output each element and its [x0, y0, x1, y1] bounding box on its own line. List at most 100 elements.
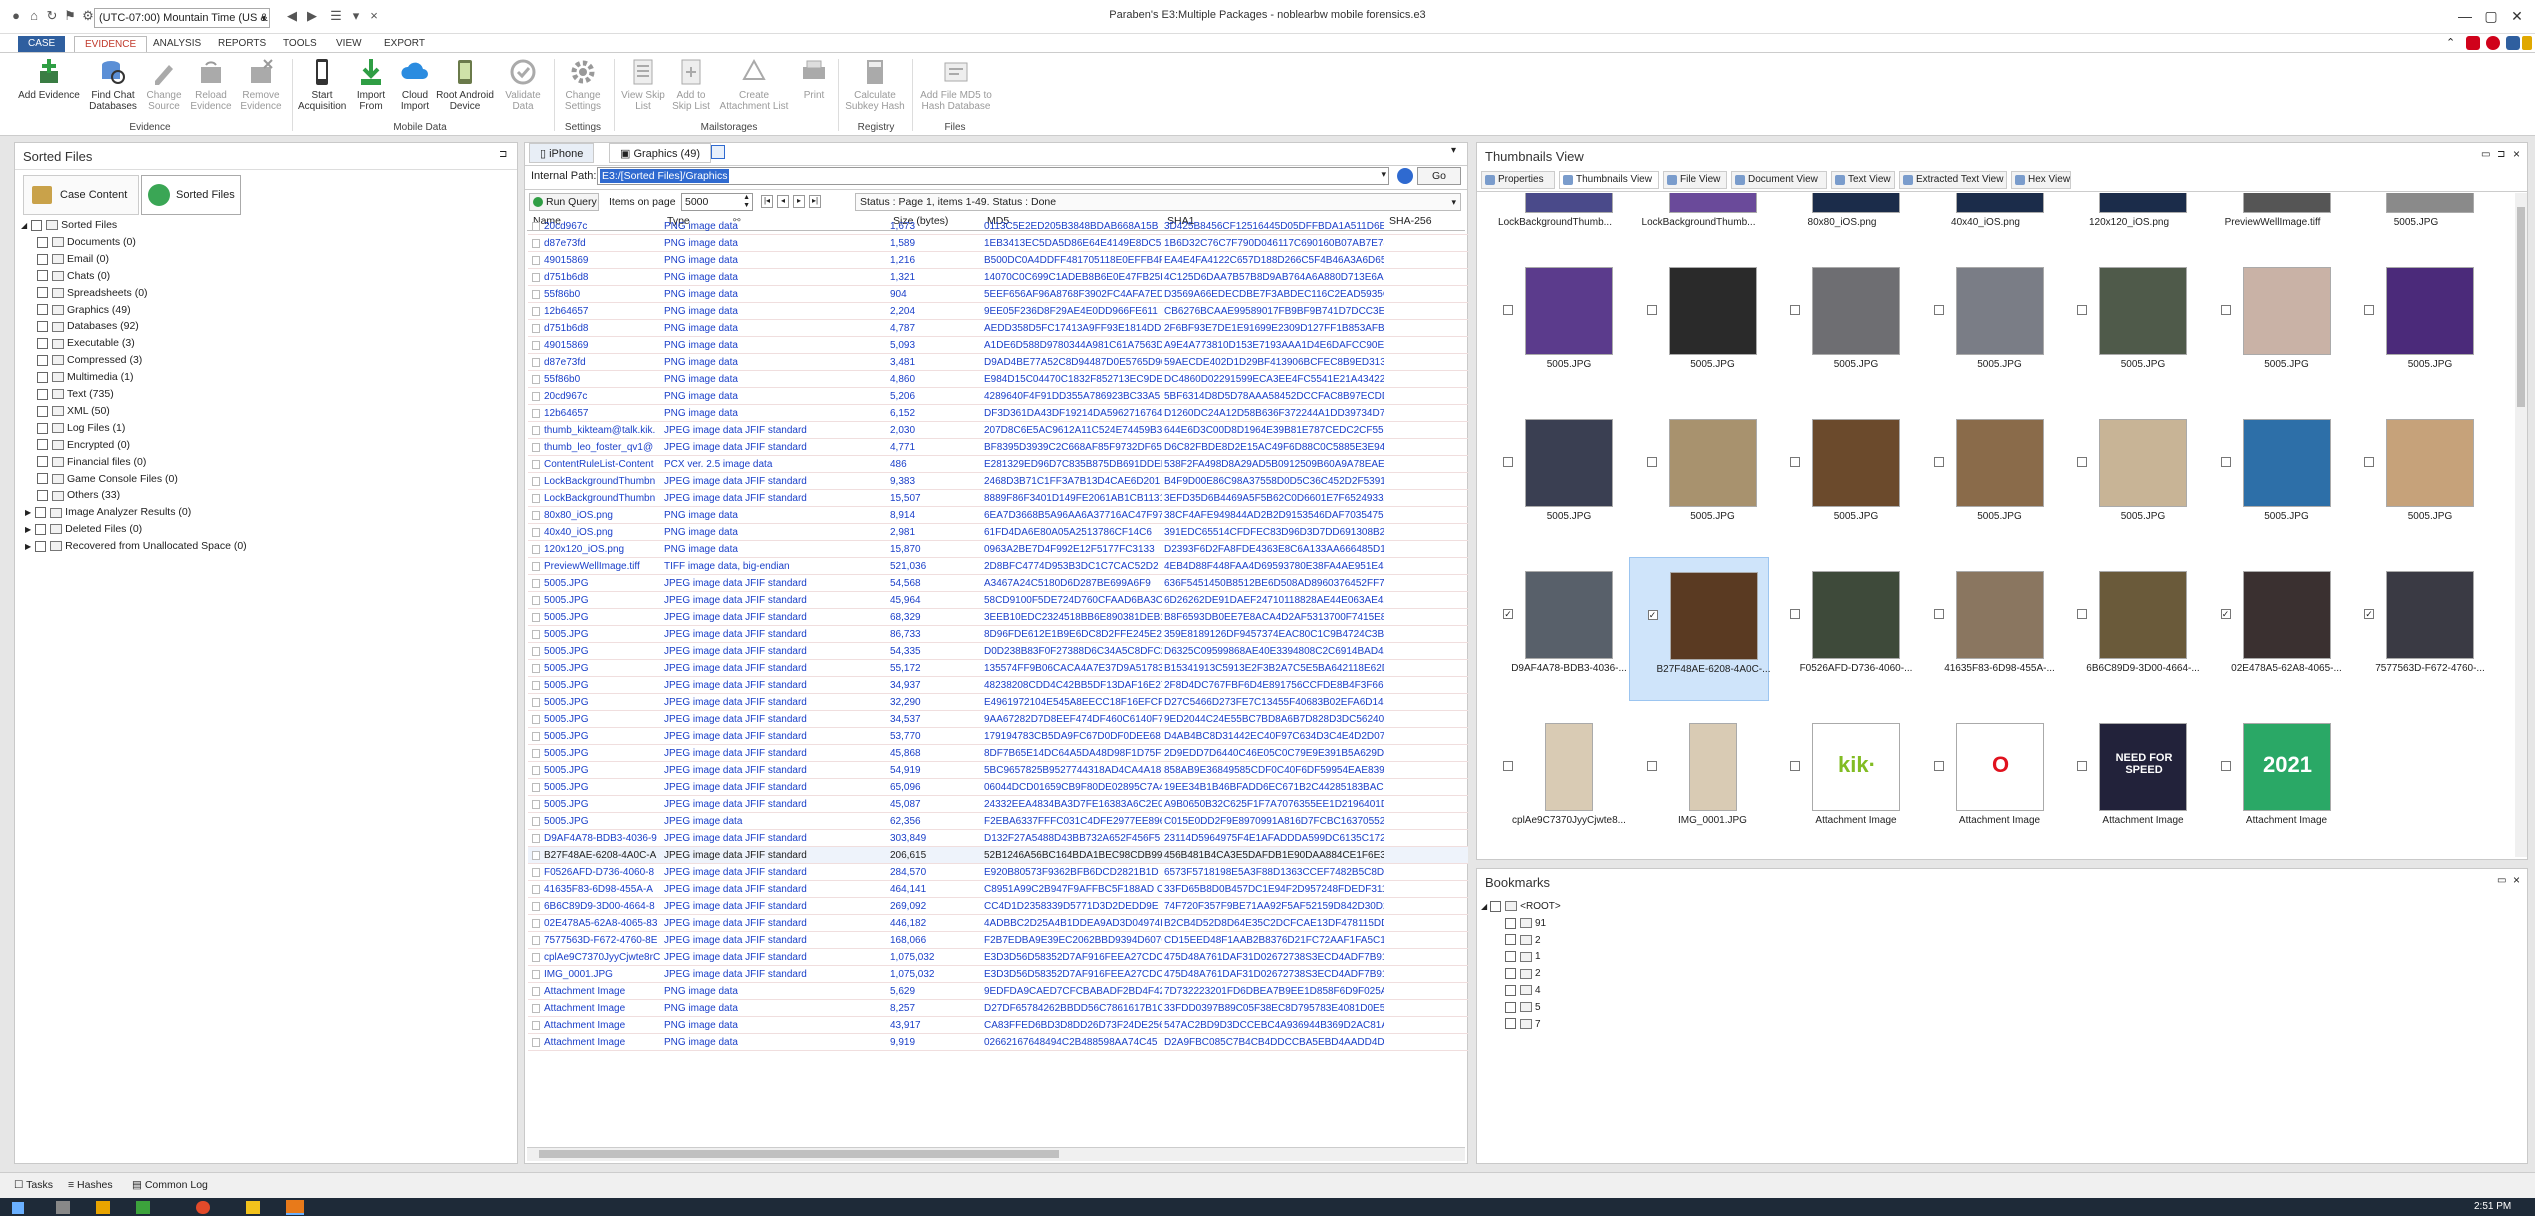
thumbnail-item[interactable]: 5005.JPG	[1485, 405, 1625, 549]
flag-icon[interactable]: ⚑	[62, 8, 78, 24]
table-row[interactable]: d751b6d8 PNG image data 4,787 AEDD358D5FC17…	[528, 320, 1468, 337]
next-page-icon[interactable]: ▸	[793, 195, 805, 208]
thumbnail-item[interactable]: 6B6C89D9-3D00-4664-...	[2059, 557, 2200, 701]
back-icon[interactable]: ◀	[284, 8, 300, 24]
tab-tools[interactable]: TOOLS	[273, 36, 327, 52]
thumbnail-item[interactable]: ✓ D9AF4A78-BDB3-4036-...	[1485, 557, 1627, 701]
print-button[interactable]: Print	[796, 57, 832, 101]
thumbnail-item[interactable]: cplAe9C7370JyyCjwte8...	[1485, 709, 1626, 853]
qa-dropdown-icon[interactable]: ▾	[348, 8, 364, 24]
thumbnail-checkbox[interactable]	[1503, 761, 1513, 771]
start-acquisition-button[interactable]: Start Acquisition	[298, 57, 346, 112]
table-row[interactable]: 5005.JPG JPEG image data JFIF standard 54,…	[528, 762, 1468, 779]
bookmark-checkbox[interactable]	[1505, 1001, 1516, 1013]
table-row[interactable]: 12b64657 PNG image data 6,152 DF3D361DA43DF…	[528, 405, 1468, 422]
table-row[interactable]: LockBackgroundThumbn JPEG image data JFIF…	[528, 473, 1468, 490]
thumbnail-checkbox[interactable]	[1646, 457, 1657, 467]
taskbar-app-icon[interactable]	[56, 1201, 70, 1214]
thumbnail-item[interactable]: ✓ B27F48AE-6208-4A0C-...	[1628, 557, 1770, 701]
table-row[interactable]: d87e73fd PNG image data 1,589 1EB3413EC5DA5…	[528, 235, 1468, 252]
tree-item[interactable]: Graphics (49)	[37, 302, 131, 318]
add-to-skip-list-button[interactable]: Add to Skip List	[668, 57, 714, 112]
table-row[interactable]: Attachment Image PNG image data 43,917 CA83…	[528, 1017, 1468, 1034]
thumb-tab[interactable]: File View	[1663, 171, 1727, 189]
thumbnail-checkbox[interactable]	[1646, 305, 1657, 315]
thumbnail-checkbox[interactable]: ✓	[2364, 609, 2374, 619]
tree-item[interactable]: Encrypted (0)	[37, 437, 130, 453]
thumbnail-item[interactable]: 5005.JPG	[1629, 253, 1769, 397]
table-row[interactable]: 5005.JPG JPEG image data JFIF standard 86,…	[528, 626, 1468, 643]
thumbnail-checkbox[interactable]	[1933, 761, 1944, 771]
internal-path-input[interactable]: E3:/[Sorted Files]/Graphics ▾	[597, 167, 1389, 185]
reload-evidence-button[interactable]: Reload Evidence	[188, 57, 234, 112]
tree-item[interactable]: Spreadsheets (0)	[37, 285, 148, 301]
thumbnail-item[interactable]: 5005.JPG	[1485, 253, 1625, 397]
tree-checkbox[interactable]	[37, 473, 48, 485]
table-row[interactable]: F0526AFD-D736-4060-8 JPEG image data JFIF…	[528, 864, 1468, 881]
table-row[interactable]: cplAe9C7370JyyCjwte8rC JPEG image data JF…	[528, 949, 1468, 966]
table-row[interactable]: 12b64657 PNG image data 2,204 9EE05F236D8F2…	[528, 303, 1468, 320]
change-settings-button[interactable]: Change Settings	[558, 57, 608, 112]
table-row[interactable]: 5005.JPG JPEG image data JFIF standard 45,…	[528, 745, 1468, 762]
thumbnail-item[interactable]: ✓ 02E478A5-62A8-4065-...	[2203, 557, 2343, 701]
thumb-tab[interactable]: Hex View	[2011, 171, 2071, 189]
thumbnail-checkbox[interactable]	[1646, 761, 1657, 771]
table-row[interactable]: 5005.JPG JPEG image data JFIF standard 34,…	[528, 677, 1468, 694]
float-icon[interactable]: ▭	[2481, 149, 2490, 160]
thumbnail-checkbox[interactable]	[2077, 305, 2087, 315]
tab-export[interactable]: EXPORT	[374, 36, 435, 52]
info-icon[interactable]	[2506, 36, 2520, 50]
tasks-tab[interactable]: ☐ Tasks	[14, 1179, 53, 1191]
table-row[interactable]: thumb_kikteam@talk.kik. JPEG image data J…	[528, 422, 1468, 439]
table-row[interactable]: 49015869 PNG image data 5,093 A1DE6D588D978…	[528, 337, 1468, 354]
tree-item[interactable]: Game Console Files (0)	[37, 471, 178, 487]
tree-item[interactable]: ◢ Sorted Files	[21, 217, 117, 233]
expand-icon[interactable]: ▶	[25, 525, 31, 534]
expand-icon[interactable]: ▶	[25, 508, 31, 517]
first-page-icon[interactable]: |◂	[761, 195, 773, 208]
thumbnail-checkbox[interactable]	[1790, 305, 1800, 315]
pin-icon[interactable]: ⊐	[499, 149, 507, 160]
common-log-tab[interactable]: ▤ Common Log	[132, 1179, 208, 1191]
table-row[interactable]: Attachment Image PNG image data 8,257 D27DF…	[528, 1000, 1468, 1017]
thumbnail-checkbox[interactable]: ✓	[1503, 609, 1513, 619]
import-from-button[interactable]: Import From	[348, 57, 394, 112]
close-icon[interactable]: ×	[2513, 147, 2520, 161]
root-android-device-button[interactable]: Root Android Device	[436, 57, 494, 112]
tree-checkbox[interactable]	[35, 540, 47, 552]
table-row[interactable]: ContentRuleList-Content PCX ver. 2.5 imag…	[528, 456, 1468, 473]
table-row[interactable]: d87e73fd PNG image data 3,481 D9AD4BE77A52C…	[528, 354, 1468, 371]
tree-checkbox[interactable]	[37, 253, 48, 265]
tree-checkbox[interactable]	[37, 236, 48, 248]
table-row[interactable]: Attachment Image PNG image data 9,919 02662…	[528, 1034, 1468, 1051]
thumbnail-item[interactable]: 5005.JPG	[2346, 405, 2486, 549]
view-skip-list-button[interactable]: View Skip List	[620, 57, 666, 112]
tree-item[interactable]: Text (735)	[37, 386, 114, 402]
thumbnail-item[interactable]: 5005.JPG	[1772, 405, 1912, 549]
table-row[interactable]: 5005.JPG JPEG image data JFIF standard 55,…	[528, 660, 1468, 677]
thumbnail-item[interactable]: O Attachment Image	[1916, 709, 2056, 853]
bookmark-checkbox[interactable]	[1505, 951, 1516, 963]
create-attachment-list-button[interactable]: Create Attachment List	[714, 57, 794, 112]
thumbnail-item[interactable]: 5005.JPG	[2059, 253, 2199, 397]
tab-view[interactable]: VIEW	[326, 36, 372, 52]
hierarchy-icon[interactable]: ⌂	[26, 8, 42, 24]
thumbnail-checkbox[interactable]	[2220, 761, 2231, 771]
thumbnail-item[interactable]: IMG_0001.JPG	[1629, 709, 1769, 853]
table-row[interactable]: d751b6d8 PNG image data 1,321 14070C0C699C1…	[528, 269, 1468, 286]
youtube-icon[interactable]	[2466, 36, 2480, 50]
tree-item[interactable]: Executable (3)	[37, 335, 135, 351]
bookmark-item[interactable]: 1	[1505, 949, 1541, 965]
tree-item[interactable]: ▶ Deleted Files (0)	[25, 521, 142, 537]
table-row[interactable]: 55f86b0 PNG image data 4,860 E984D15C04470C…	[528, 371, 1468, 388]
thumbnail-checkbox[interactable]: ✓	[2220, 609, 2231, 619]
timezone-select[interactable]: (UTC-07:00) Mountain Time (US & ... ▾	[94, 8, 270, 28]
tree-checkbox[interactable]	[37, 422, 48, 434]
tree-item[interactable]: Databases (92)	[37, 318, 139, 334]
remove-evidence-button[interactable]: Remove Evidence	[236, 57, 286, 112]
table-row[interactable]: 7577563D-F672-4760-8E JPEG image data JFI…	[528, 932, 1468, 949]
bookmark-checkbox[interactable]	[1505, 984, 1516, 996]
tree-item[interactable]: Financial files (0)	[37, 454, 146, 470]
doc-tab-close-icon[interactable]	[711, 145, 725, 159]
last-page-icon[interactable]: ▸|	[809, 195, 821, 208]
